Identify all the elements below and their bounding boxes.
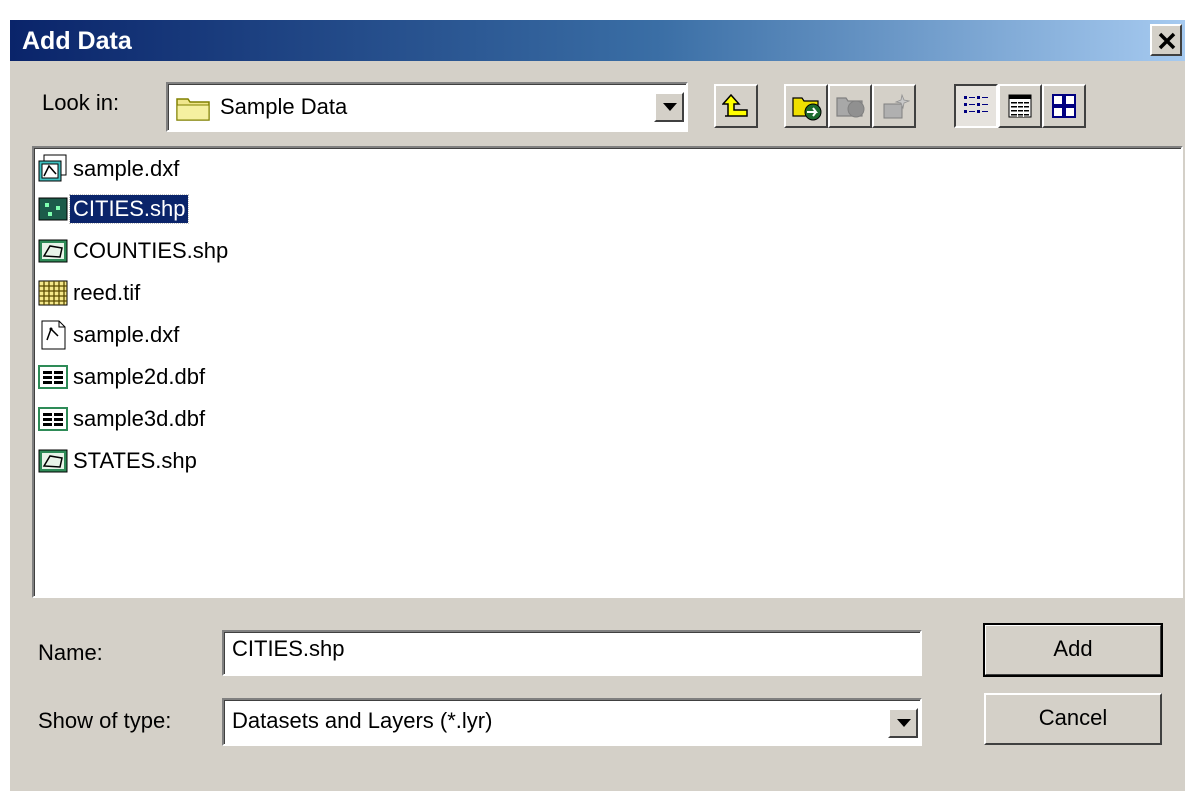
folder-icon: [176, 98, 210, 121]
raster-icon: [38, 280, 68, 306]
window-title: Add Data: [22, 27, 132, 55]
file-item[interactable]: sample.dxf: [38, 152, 182, 186]
name-label: Name:: [38, 640, 103, 665]
cad-dataset-icon: [38, 154, 67, 182]
file-name: COUNTIES.shp: [73, 238, 229, 263]
connect-to-folder-button[interactable]: [784, 84, 828, 128]
close-button[interactable]: [1150, 24, 1182, 56]
table-icon: [38, 407, 68, 431]
close-icon: [1158, 32, 1176, 50]
type-dropdown-button[interactable]: [888, 708, 918, 738]
thumbnails-view-icon: [1052, 94, 1076, 118]
file-item-selected[interactable]: CITIES.shp: [38, 192, 190, 226]
file-name: STATES.shp: [73, 448, 197, 473]
connect-folder-icon: [792, 97, 822, 121]
chevron-down-icon: [897, 719, 911, 727]
file-name: sample3d.dbf: [73, 406, 206, 431]
list-view-icon: [964, 96, 988, 113]
file-name: sample2d.dbf: [73, 364, 206, 389]
disconnect-folder-button: [828, 84, 872, 128]
disconnect-folder-icon: [836, 97, 865, 118]
up-arrow-icon: [722, 93, 748, 117]
list-view-button[interactable]: [954, 84, 998, 128]
point-shapefile-icon: [38, 197, 68, 221]
look-in-value: Sample Data: [220, 94, 348, 119]
look-in-dropdown-button[interactable]: [654, 92, 684, 122]
file-item[interactable]: STATES.shp: [38, 444, 200, 478]
thumbnails-view-button[interactable]: [1042, 84, 1086, 128]
type-select-value: Datasets and Layers (*.lyr): [232, 708, 493, 733]
look-in-label: Look in:: [42, 90, 120, 115]
chevron-down-icon: [663, 103, 677, 111]
table-icon: [38, 365, 68, 389]
details-view-button[interactable]: [998, 84, 1042, 128]
look-in-combo[interactable]: Sample Data: [166, 82, 688, 132]
file-name: reed.tif: [73, 280, 141, 305]
title-bar[interactable]: Add Data: [10, 20, 1185, 61]
file-name: sample.dxf: [73, 322, 180, 347]
file-item[interactable]: reed.tif: [38, 276, 143, 310]
add-data-dialog: Add Data Look in: Sample Data sample.dxf…: [8, 18, 1185, 791]
polygon-shapefile-icon: [38, 239, 68, 263]
name-input[interactable]: CITIES.shp: [222, 630, 922, 676]
polygon-shapefile-icon: [38, 449, 68, 473]
file-item[interactable]: sample2d.dbf: [38, 360, 208, 394]
file-list[interactable]: sample.dxf CITIES.shp COUNTIES.shp reed.…: [32, 146, 1183, 598]
new-item-button: [872, 84, 916, 128]
type-select[interactable]: Datasets and Layers (*.lyr): [222, 698, 922, 746]
details-view-icon: [1008, 94, 1032, 118]
file-item[interactable]: COUNTIES.shp: [38, 234, 231, 268]
add-button[interactable]: Add: [983, 623, 1163, 677]
file-item[interactable]: sample3d.dbf: [38, 402, 208, 436]
cancel-button[interactable]: Cancel: [984, 693, 1162, 745]
name-input-value: CITIES.shp: [232, 636, 345, 661]
file-name: CITIES.shp: [68, 194, 190, 224]
file-item[interactable]: sample.dxf: [38, 318, 182, 352]
new-item-icon: [883, 93, 910, 119]
file-name: sample.dxf: [73, 156, 180, 181]
up-one-level-button[interactable]: [714, 84, 758, 128]
type-label: Show of type:: [38, 708, 172, 733]
cad-drawing-icon: [41, 320, 66, 350]
